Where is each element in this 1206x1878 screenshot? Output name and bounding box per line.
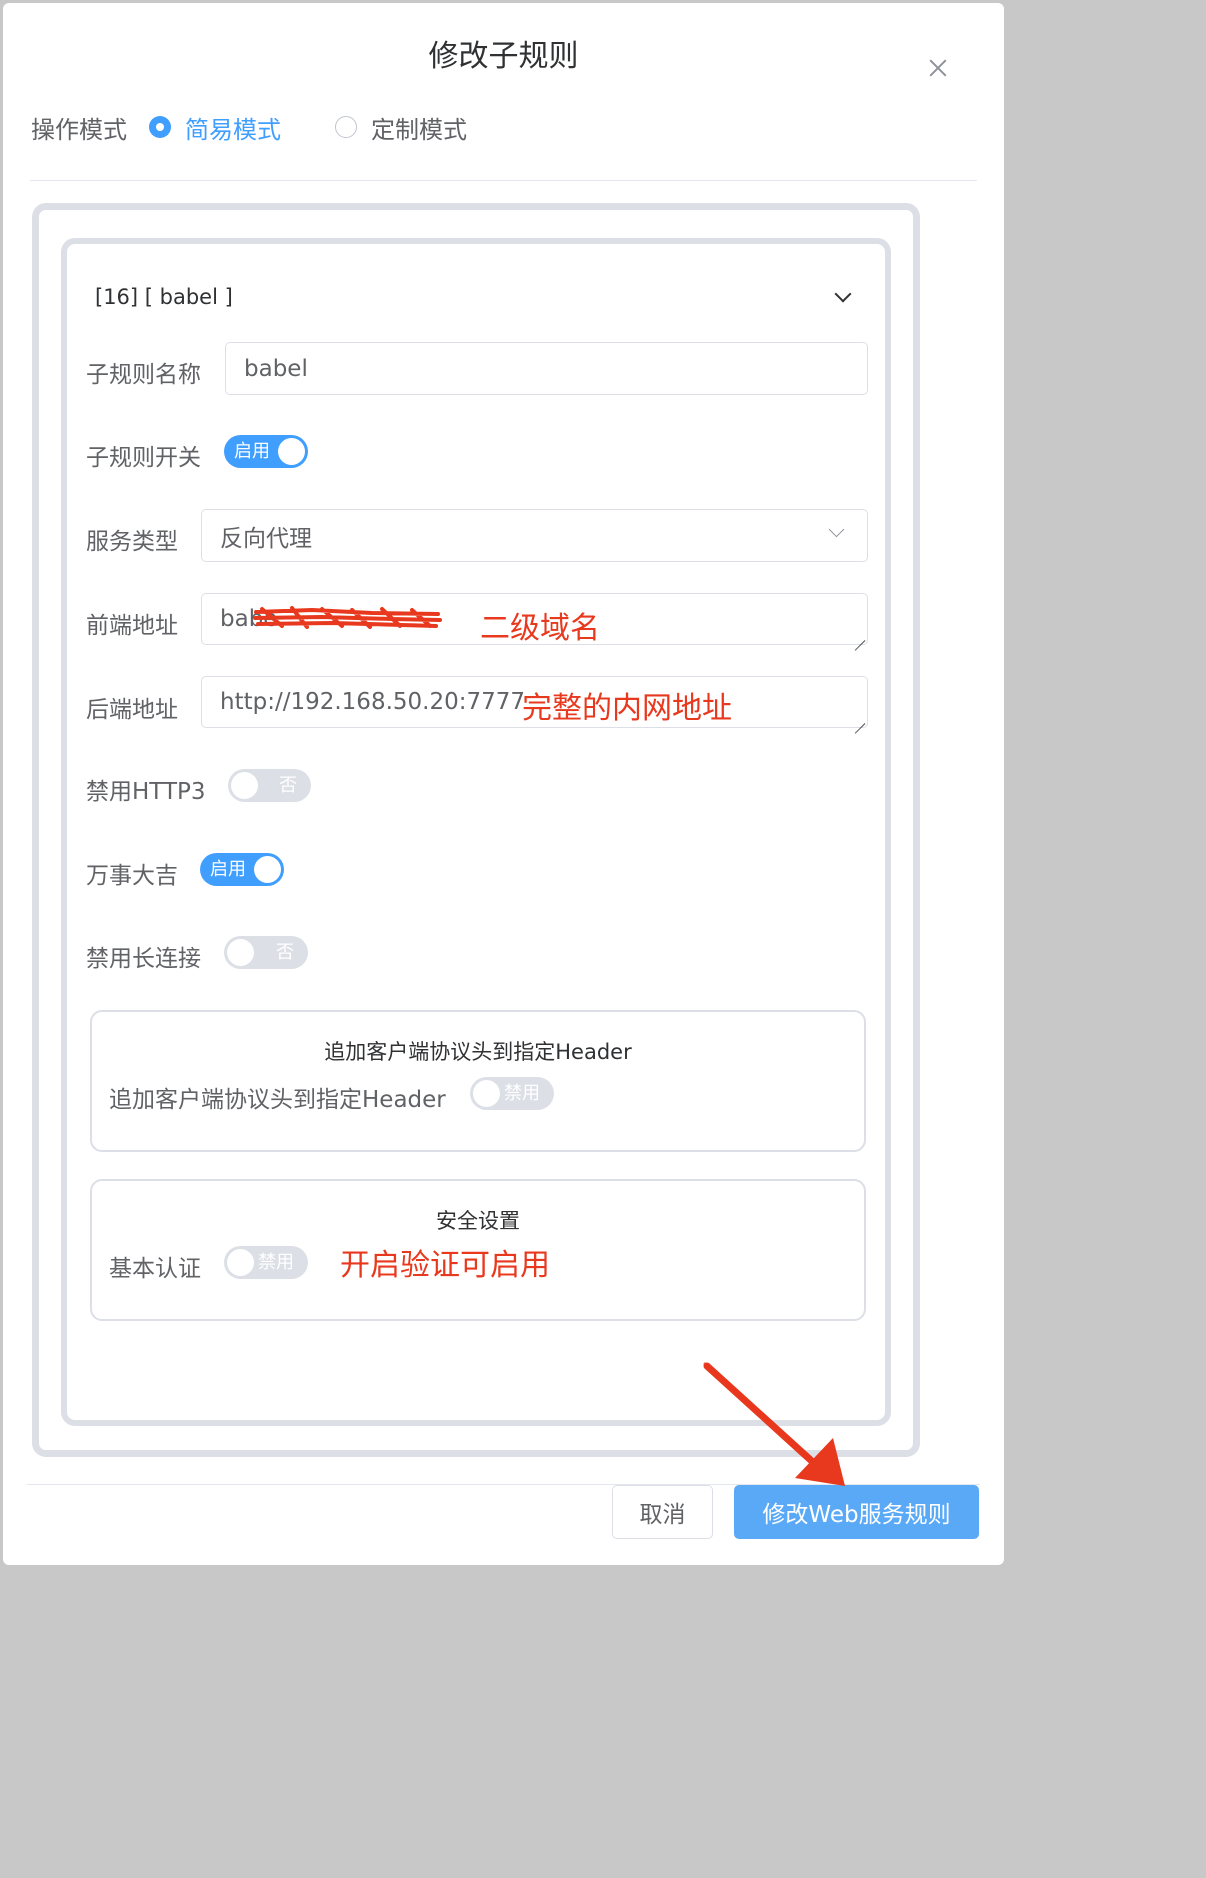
enabled-switch[interactable]: 启用	[224, 435, 308, 468]
resize-handle-icon[interactable]	[853, 630, 865, 642]
basic-auth-switch-text: 禁用	[258, 1252, 294, 1273]
switch-knob	[254, 856, 281, 883]
divider	[30, 180, 977, 181]
header-group: 追加客户端协议头到指定Header 追加客户端协议头到指定Header 禁用	[90, 1010, 866, 1152]
disable-keepalive-switch-text: 否	[276, 942, 294, 963]
radio-unchecked-icon	[335, 116, 357, 138]
switch-knob	[227, 939, 254, 966]
header-switch-text: 禁用	[504, 1083, 540, 1104]
switch-knob	[231, 772, 258, 799]
radio-checked-icon	[149, 116, 171, 138]
frontend-label: 前端地址	[86, 613, 178, 639]
header-switch[interactable]: 禁用	[470, 1077, 554, 1110]
chevron-down-icon	[830, 526, 843, 539]
security-group-title: 安全设置	[436, 1209, 520, 1233]
wanshi-switch-text: 启用	[210, 859, 246, 880]
mode-row: 操作模式 简易模式 定制模式	[31, 107, 521, 147]
service-type-label: 服务类型	[86, 529, 178, 555]
enabled-label: 子规则开关	[86, 445, 201, 471]
close-icon[interactable]	[923, 53, 953, 83]
basic-auth-switch[interactable]: 禁用	[224, 1246, 308, 1279]
mode-label: 操作模式	[31, 115, 127, 144]
name-label: 子规则名称	[86, 362, 201, 388]
switch-knob	[227, 1249, 254, 1276]
header-field-label: 追加客户端协议头到指定Header	[109, 1087, 446, 1113]
radio-simple-mode[interactable]: 简易模式	[149, 110, 281, 145]
cancel-button[interactable]: 取消	[612, 1485, 713, 1539]
name-value: babel	[244, 355, 308, 382]
backend-label: 后端地址	[86, 697, 178, 723]
frontend-annotation: 二级域名	[480, 611, 600, 646]
name-input[interactable]: babel	[225, 342, 868, 395]
wanshi-switch[interactable]: 启用	[200, 853, 284, 886]
radio-custom-label: 定制模式	[371, 115, 467, 144]
service-type-select[interactable]: 反向代理	[201, 509, 868, 562]
radio-simple-label: 简易模式	[185, 115, 281, 144]
header-group-title: 追加客户端协议头到指定Header	[324, 1040, 632, 1064]
redaction-scribble	[253, 606, 442, 629]
rule-collapse-title[interactable]: [16] [ babel ]	[95, 285, 233, 309]
disable-keepalive-label: 禁用长连接	[86, 946, 201, 972]
service-type-value: 反向代理	[220, 525, 312, 552]
wanshi-label: 万事大吉	[86, 863, 178, 889]
dialog-title: 修改子规则	[428, 39, 579, 74]
disable-keepalive-switch[interactable]: 否	[224, 936, 308, 969]
switch-knob	[278, 438, 305, 465]
disable-http3-label: 禁用HTTP3	[86, 779, 206, 805]
backend-value: http://192.168.50.20:7777	[220, 689, 526, 715]
resize-handle-icon[interactable]	[853, 713, 865, 725]
backend-annotation: 完整的内网地址	[522, 691, 732, 726]
disable-http3-switch[interactable]: 否	[228, 769, 311, 802]
basic-auth-label: 基本认证	[109, 1256, 201, 1282]
enabled-switch-text: 启用	[234, 441, 270, 462]
auth-annotation: 开启验证可启用	[340, 1248, 550, 1283]
switch-knob	[473, 1080, 500, 1107]
submit-button[interactable]: 修改Web服务规则	[734, 1485, 979, 1539]
chevron-down-icon[interactable]	[836, 290, 850, 304]
annotation-arrow-icon	[703, 1362, 845, 1486]
radio-custom-mode[interactable]: 定制模式	[335, 110, 467, 145]
disable-http3-switch-text: 否	[279, 775, 297, 796]
